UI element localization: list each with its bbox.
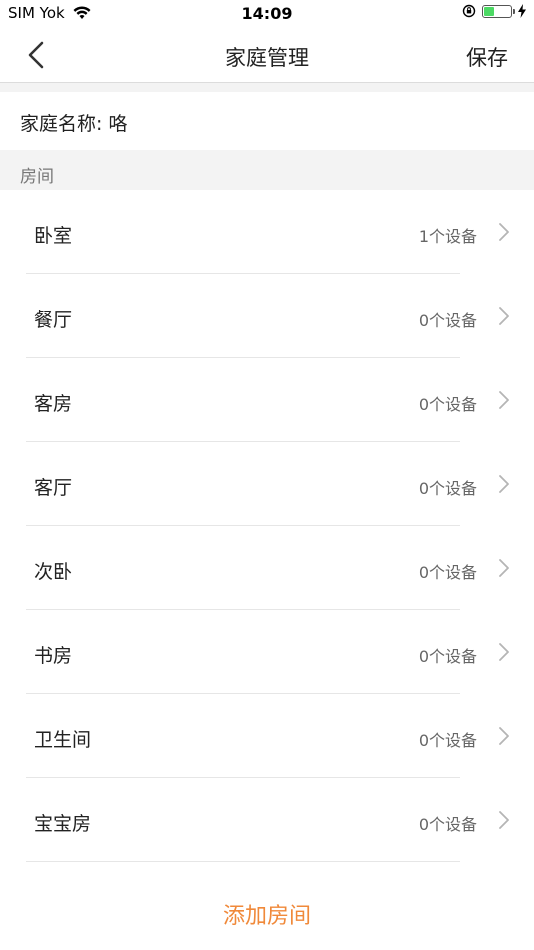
section-spacer bbox=[0, 83, 534, 92]
room-device-count: 0个设备 bbox=[418, 731, 477, 750]
room-device-count: 0个设备 bbox=[418, 311, 477, 330]
room-list-item[interactable]: 客房 0个设备 bbox=[0, 358, 534, 442]
room-device-count: 0个设备 bbox=[418, 647, 477, 666]
room-device-count: 0个设备 bbox=[418, 815, 477, 834]
row-divider bbox=[26, 861, 460, 862]
rooms-section-header: 房间 bbox=[0, 150, 534, 190]
status-bar: SIM Yok 14:09 bbox=[0, 0, 534, 28]
family-name-row[interactable]: 家庭名称: 咯 bbox=[0, 92, 534, 150]
room-list-item[interactable]: 卧室 1个设备 bbox=[0, 190, 534, 274]
chevron-right-icon bbox=[499, 307, 509, 325]
status-right bbox=[462, 4, 526, 18]
room-device-count: 0个设备 bbox=[418, 479, 477, 498]
room-name: 次卧 bbox=[34, 561, 73, 583]
save-button[interactable]: 保存 bbox=[466, 42, 508, 72]
room-name: 客厅 bbox=[34, 477, 73, 499]
orientation-lock-icon bbox=[462, 4, 476, 18]
room-device-count: 0个设备 bbox=[418, 563, 477, 582]
room-list-item[interactable]: 卫生间 0个设备 bbox=[0, 694, 534, 778]
navigation-bar: 家庭管理 保存 bbox=[0, 28, 534, 83]
battery-icon bbox=[482, 4, 515, 18]
room-list-item[interactable]: 次卧 0个设备 bbox=[0, 526, 534, 610]
room-name: 卧室 bbox=[34, 225, 73, 247]
room-list-item[interactable]: 书房 0个设备 bbox=[0, 610, 534, 694]
chevron-right-icon bbox=[499, 559, 509, 577]
add-room-button[interactable]: 添加房间 bbox=[0, 898, 534, 930]
room-list-item[interactable]: 餐厅 0个设备 bbox=[0, 274, 534, 358]
room-device-count: 1个设备 bbox=[418, 227, 477, 246]
chevron-right-icon bbox=[499, 475, 509, 493]
chevron-right-icon bbox=[499, 223, 509, 241]
room-name: 卫生间 bbox=[34, 729, 92, 751]
rooms-section-title: 房间 bbox=[20, 167, 54, 187]
room-device-count: 0个设备 bbox=[418, 395, 477, 414]
room-list: 卧室 1个设备 餐厅 0个设备 客房 0个设备 客厅 0个设备 次卧 0个设备 书房 0个设备 卫生间 0… bbox=[0, 190, 534, 862]
chevron-right-icon bbox=[499, 643, 509, 661]
chevron-right-icon bbox=[499, 727, 509, 745]
battery-fill bbox=[484, 6, 495, 16]
charging-bolt-icon bbox=[518, 4, 526, 18]
room-list-item[interactable]: 客厅 0个设备 bbox=[0, 442, 534, 526]
room-name: 书房 bbox=[34, 645, 73, 667]
room-name: 客房 bbox=[34, 393, 73, 415]
status-time: 14:09 bbox=[241, 4, 293, 23]
room-name: 餐厅 bbox=[34, 309, 73, 331]
room-name: 宝宝房 bbox=[34, 813, 92, 835]
page-title: 家庭管理 bbox=[225, 46, 309, 70]
chevron-right-icon bbox=[499, 391, 509, 409]
room-list-item[interactable]: 宝宝房 0个设备 bbox=[0, 778, 534, 862]
chevron-right-icon bbox=[499, 811, 509, 829]
family-name-label: 家庭名称: 咯 bbox=[20, 113, 128, 135]
